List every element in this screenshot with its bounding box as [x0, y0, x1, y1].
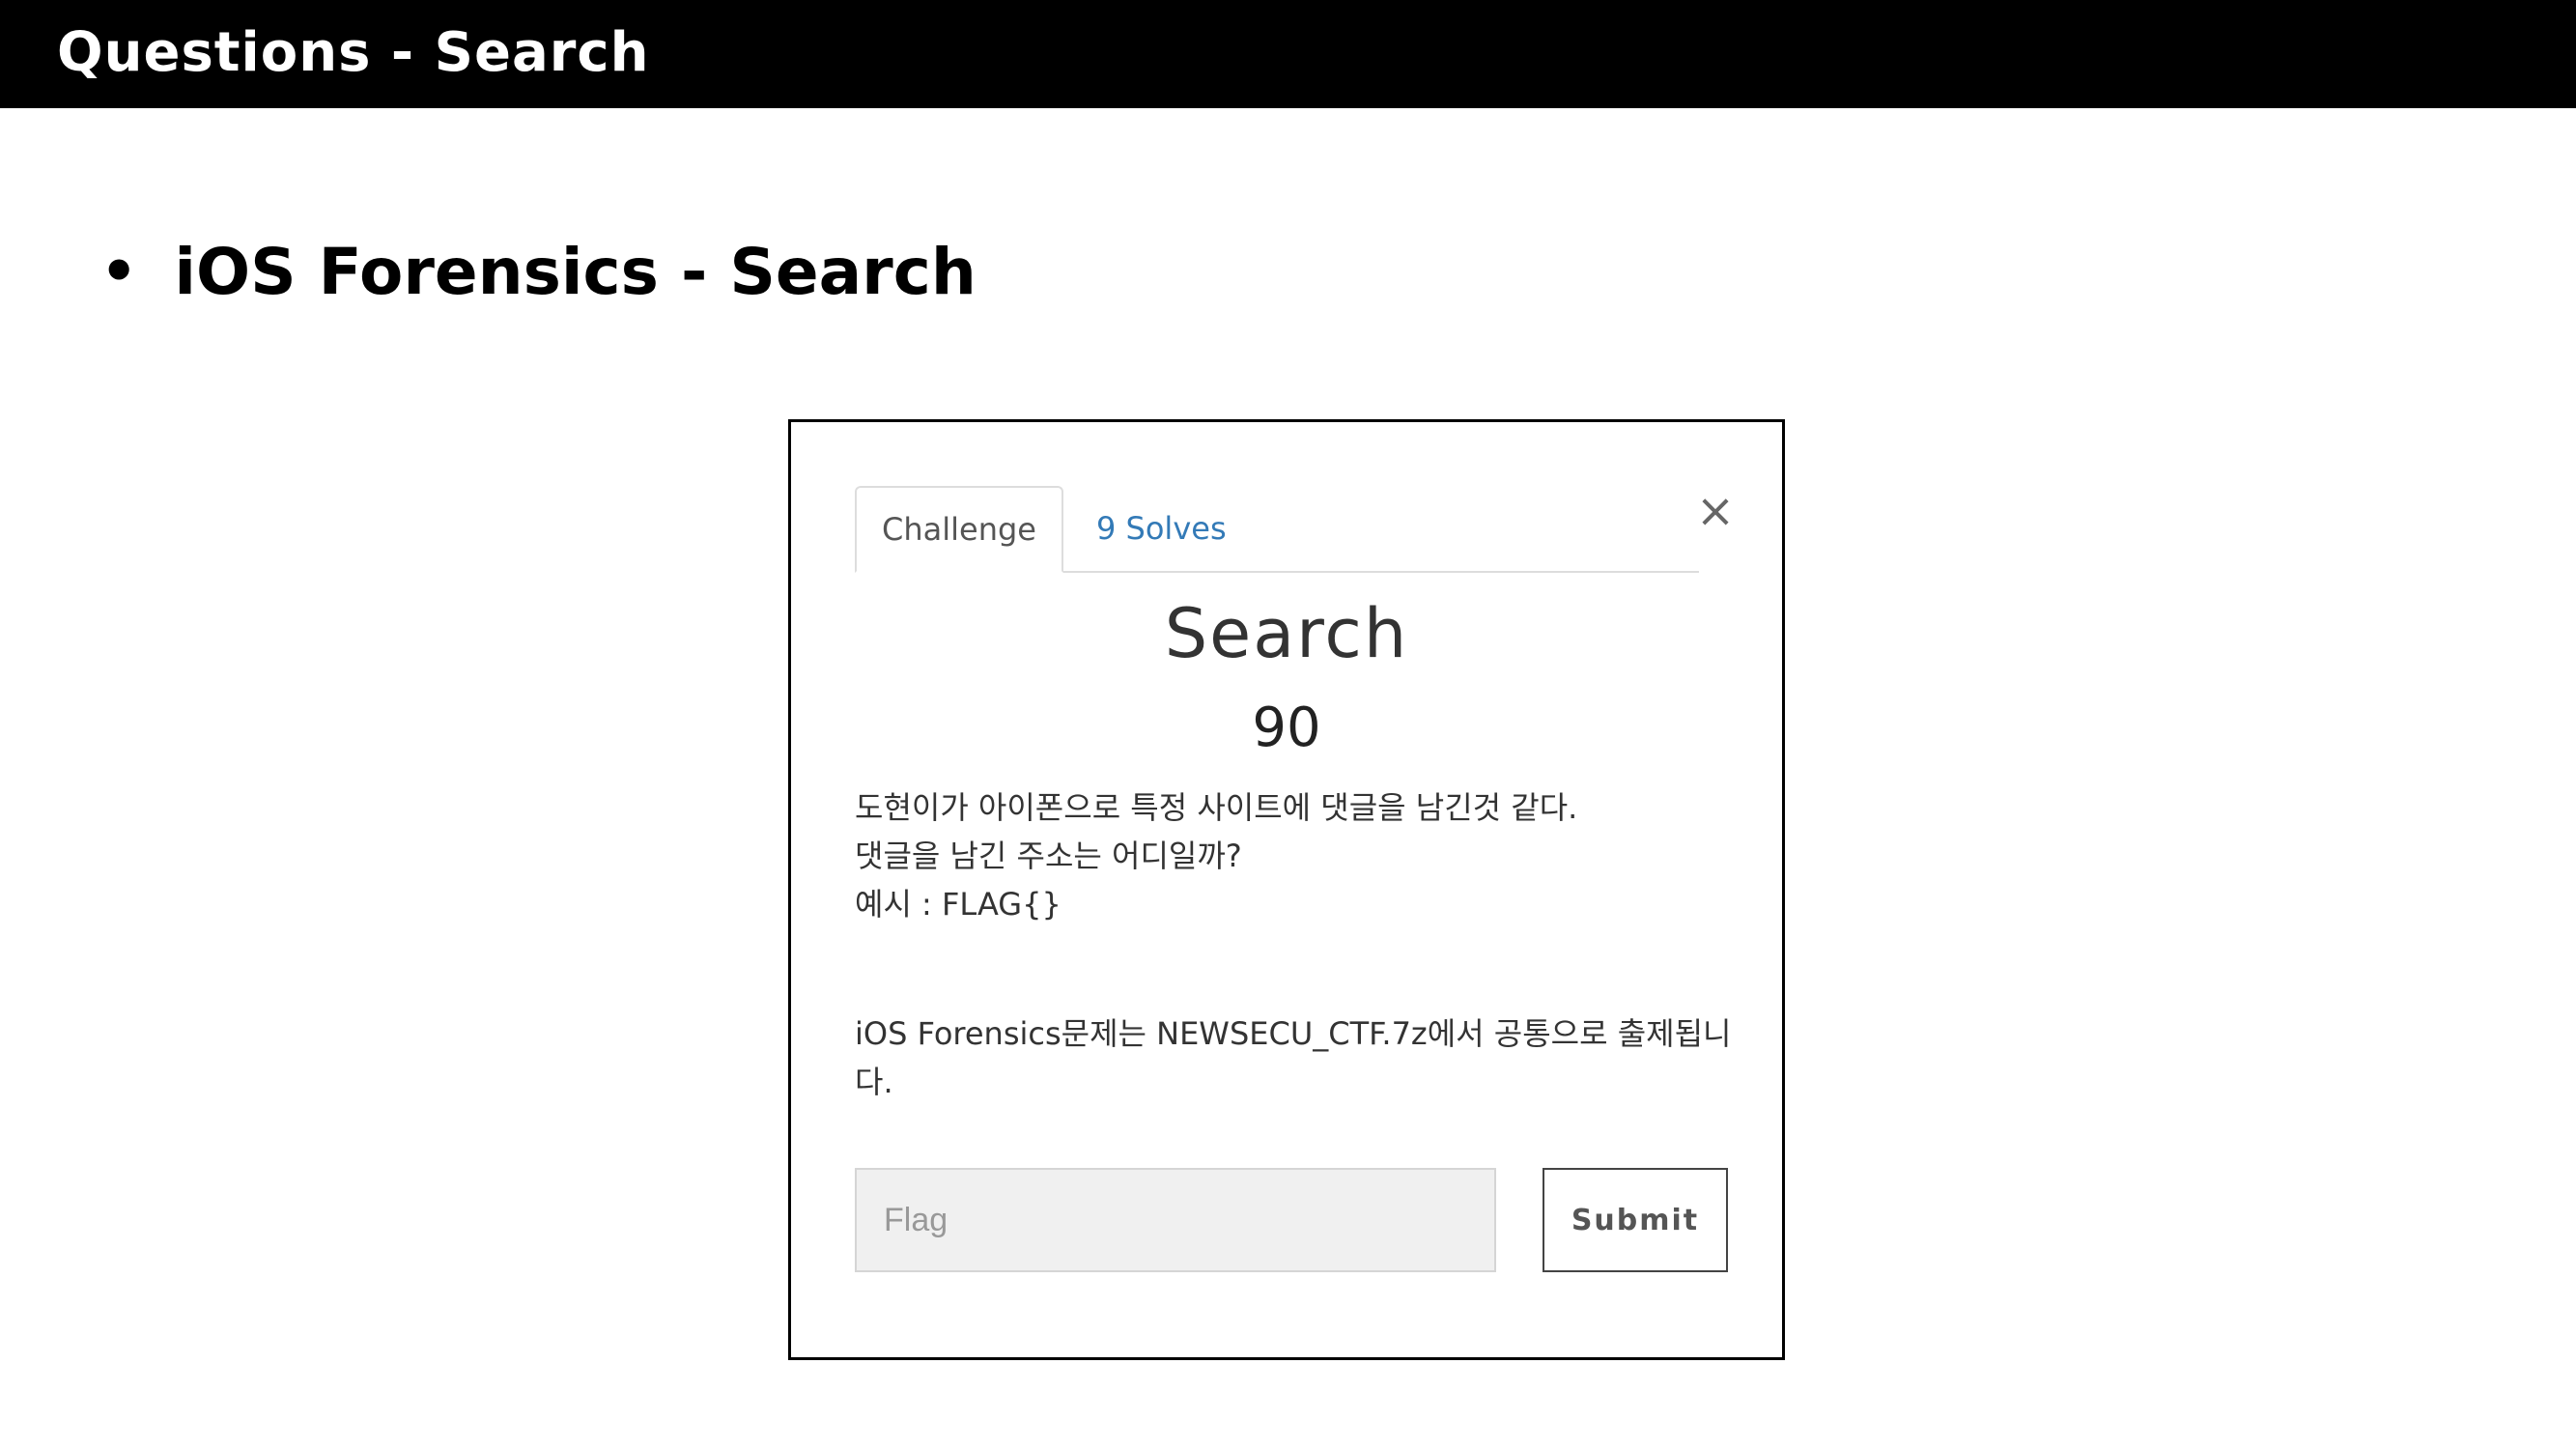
challenge-name: Search: [1164, 594, 1409, 673]
description-line: 댓글을 남긴 주소는 어디일까?: [855, 838, 1242, 874]
close-icon[interactable]: ×: [1694, 488, 1737, 534]
header-title: Questions - Search: [57, 21, 650, 84]
slide-page: Questions - Search • iOS Forensics - Sea…: [0, 0, 2576, 1449]
header-bar: Questions - Search: [0, 0, 2576, 108]
challenge-description: 도현이가 아이폰으로 특정 사이트에 댓글을 남긴것 같다. 댓글을 남긴 주소…: [855, 783, 1743, 1106]
bullet-heading: • iOS Forensics - Search: [100, 228, 977, 315]
challenge-modal: Challenge 9 Solves × Search 90 도현이가 아이폰으…: [788, 419, 1785, 1360]
tab-challenge[interactable]: Challenge: [855, 486, 1063, 573]
description-line: 예시 : FLAG{}: [855, 886, 1062, 923]
modal-tabs: Challenge 9 Solves: [855, 486, 1699, 573]
bullet-icon: •: [100, 238, 138, 305]
submit-button[interactable]: Submit: [1543, 1168, 1728, 1272]
challenge-value: 90: [1252, 696, 1321, 759]
tab-solves[interactable]: 9 Solves: [1096, 486, 1227, 571]
description-note: iOS Forensics문제는 NEWSECU_CTF.7z에서 공통으로 출…: [855, 1015, 1732, 1100]
flag-input[interactable]: [855, 1168, 1496, 1272]
description-line: 도현이가 아이폰으로 특정 사이트에 댓글을 남긴것 같다.: [855, 789, 1578, 826]
bullet-heading-text: iOS Forensics - Search: [174, 234, 977, 309]
